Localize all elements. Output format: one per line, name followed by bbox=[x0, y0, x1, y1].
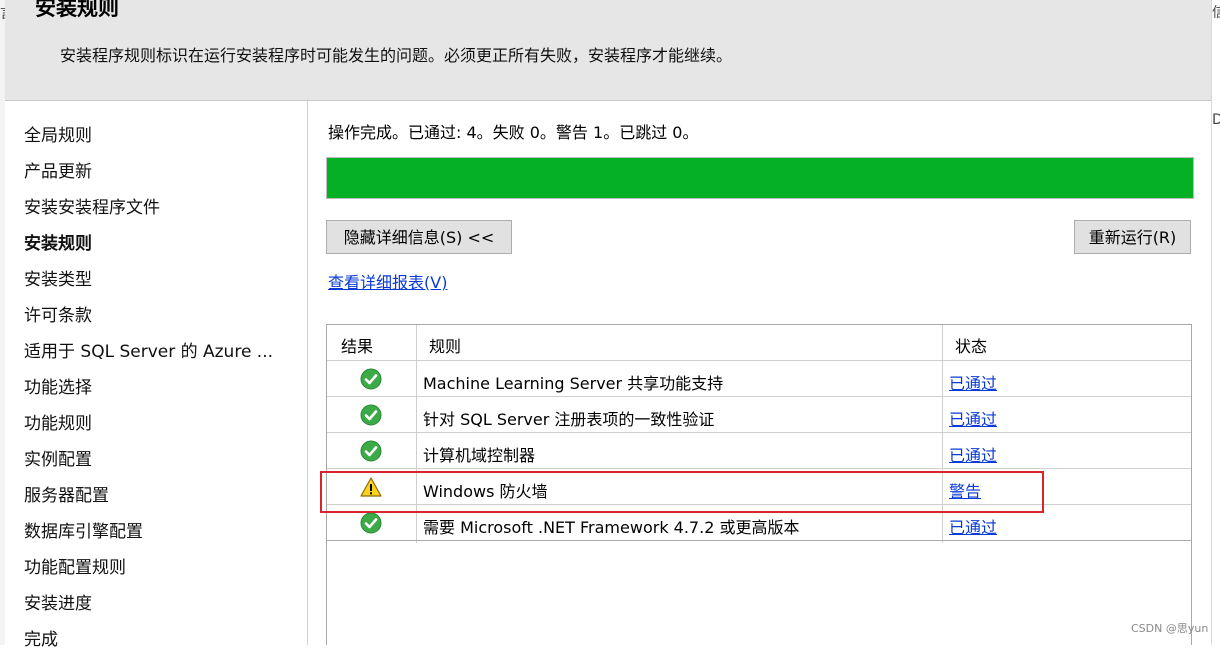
check-icon bbox=[360, 368, 382, 390]
rule-name: 需要 Microsoft .NET Framework 4.7.2 或更高版本 bbox=[423, 518, 800, 537]
table-row-divider bbox=[327, 432, 1191, 433]
page-title: 安装规则 bbox=[35, 0, 119, 20]
operation-status-text: 操作完成。已通过: 4。失败 0。警告 1。已跳过 0。 bbox=[328, 123, 699, 142]
rule-name: Machine Learning Server 共享功能支持 bbox=[423, 374, 724, 393]
rule-status-link[interactable]: 已通过 bbox=[949, 370, 997, 394]
sidebar-item-product-updates[interactable]: 产品更新 bbox=[24, 157, 92, 182]
table-row-divider bbox=[327, 504, 1191, 505]
warning-icon bbox=[360, 477, 382, 497]
table-row-divider bbox=[327, 396, 1191, 397]
background-window-right-edge bbox=[1211, 0, 1220, 645]
page-header: 安装规则 安装程序规则标识在运行安装程序时可能发生的问题。必须更正所有失败，安装… bbox=[5, 0, 1211, 101]
sidebar-item-azure-extension[interactable]: 适用于 SQL Server 的 Azure ... bbox=[24, 337, 273, 362]
view-detailed-report-link[interactable]: 查看详细报表(V) bbox=[328, 269, 447, 293]
table-row-divider bbox=[327, 468, 1191, 469]
sidebar-item-global-rules[interactable]: 全局规则 bbox=[24, 121, 92, 146]
steps-sidebar: 全局规则 产品更新 安装安装程序文件 安装规则 安装类型 许可条款 适用于 SQ… bbox=[5, 101, 308, 650]
hide-details-button[interactable]: 隐藏详细信息(S) << bbox=[326, 220, 512, 254]
rule-name: 计算机域控制器 bbox=[423, 446, 536, 465]
check-icon bbox=[360, 512, 382, 534]
background-edge-text: D bbox=[1212, 112, 1220, 128]
table-column-divider bbox=[416, 325, 417, 543]
progress-bar bbox=[326, 157, 1194, 199]
check-icon bbox=[360, 404, 382, 426]
sidebar-item-installation-type[interactable]: 安装类型 bbox=[24, 265, 92, 290]
rerun-button[interactable]: 重新运行(R) bbox=[1074, 220, 1191, 254]
rule-name: 针对 SQL Server 注册表项的一致性验证 bbox=[423, 410, 715, 429]
sidebar-item-instance-config[interactable]: 实例配置 bbox=[24, 445, 92, 470]
sidebar-item-feature-rules[interactable]: 功能规则 bbox=[24, 409, 92, 434]
sidebar-item-install-setup-files[interactable]: 安装安装程序文件 bbox=[24, 193, 160, 218]
check-icon bbox=[360, 440, 382, 462]
background-edge-text: 信 bbox=[1212, 5, 1220, 21]
rules-table: 结果 规则 状态 Machine Learning Server 共享功能支持 … bbox=[326, 324, 1192, 645]
page-description: 安装程序规则标识在运行安装程序时可能发生的问题。必须更正所有失败，安装程序才能继… bbox=[60, 46, 733, 65]
rule-status-link[interactable]: 已通过 bbox=[949, 406, 997, 430]
sidebar-item-db-engine-config[interactable]: 数据库引擎配置 bbox=[24, 517, 143, 542]
sidebar-item-license-terms[interactable]: 许可条款 bbox=[24, 301, 92, 326]
table-header-status[interactable]: 状态 bbox=[955, 333, 987, 357]
setup-window: 安装规则 安装程序规则标识在运行安装程序时可能发生的问题。必须更正所有失败，安装… bbox=[5, 0, 1211, 650]
sidebar-item-feature-selection[interactable]: 功能选择 bbox=[24, 373, 92, 398]
table-column-divider bbox=[942, 325, 943, 543]
sidebar-item-server-config[interactable]: 服务器配置 bbox=[24, 481, 109, 506]
table-header-result[interactable]: 结果 bbox=[341, 333, 373, 357]
table-row-divider bbox=[327, 540, 1191, 541]
table-header-rule[interactable]: 规则 bbox=[429, 333, 461, 357]
rule-status-link[interactable]: 已通过 bbox=[949, 442, 997, 466]
progress-bar-fill bbox=[327, 158, 1193, 198]
table-row-divider bbox=[327, 360, 1191, 361]
rule-status-link[interactable]: 警告 bbox=[949, 478, 981, 502]
main-content: 操作完成。已通过: 4。失败 0。警告 1。已跳过 0。 隐藏详细信息(S) <… bbox=[308, 101, 1211, 645]
rule-name: Windows 防火墙 bbox=[423, 482, 548, 501]
watermark: CSDN @思yun bbox=[1131, 622, 1209, 635]
sidebar-item-feature-config-rules[interactable]: 功能配置规则 bbox=[24, 553, 126, 578]
sidebar-item-install-rules[interactable]: 安装规则 bbox=[24, 229, 92, 254]
sidebar-item-install-progress[interactable]: 安装进度 bbox=[24, 589, 92, 614]
rule-status-link[interactable]: 已通过 bbox=[949, 514, 997, 538]
sidebar-item-complete[interactable]: 完成 bbox=[24, 625, 58, 650]
